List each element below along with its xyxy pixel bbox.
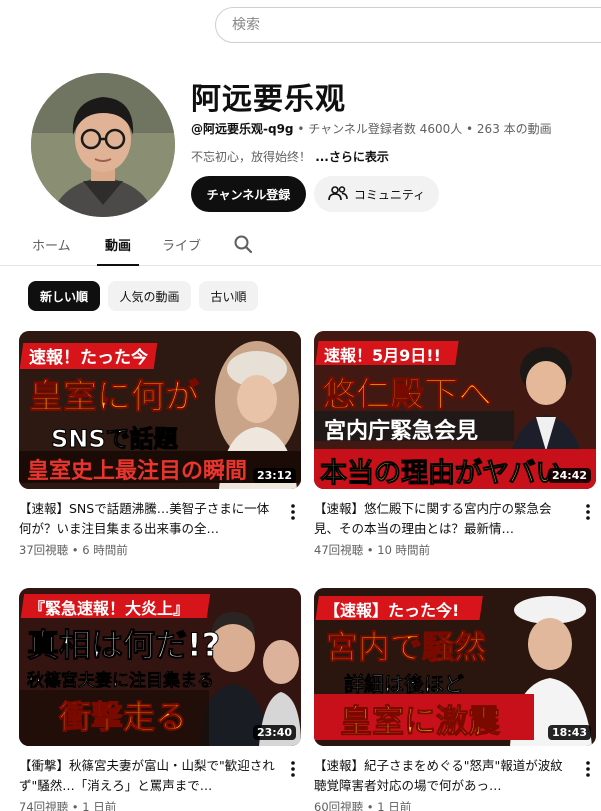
- thumb-caption-3: 宮内庁緊急会見: [324, 419, 479, 444]
- thumb-caption-1: 速報！たった今: [29, 348, 148, 368]
- subscribe-label: チャンネル登録: [206, 187, 291, 202]
- channel-description-row[interactable]: 不忘初心，放得始终！ ...さらに表示: [191, 148, 389, 165]
- video-thumbnail[interactable]: 『緊急速報！大炎上』 真相は何だ!? 秋篠宮夫妻に注目集まる 衝撃走る 23:4…: [19, 588, 301, 746]
- more-vert-icon[interactable]: [580, 503, 596, 521]
- view-count: 74回視聴: [19, 800, 69, 811]
- thumb-caption-1: 『緊急速報！大炎上』: [29, 599, 190, 618]
- thumb-caption-3: 秋篠宮夫妻に注目集まる: [27, 671, 215, 692]
- thumb-caption-2: 宮内で騒然: [325, 628, 487, 667]
- thumb-caption-2: 皇室に何が: [29, 377, 200, 418]
- thumb-caption-4: 本当の理由がヤバい: [319, 458, 563, 490]
- more-vert-icon[interactable]: [285, 503, 301, 521]
- avatar-photo: [31, 73, 175, 217]
- more-vert-icon[interactable]: [580, 760, 596, 778]
- channel-tabs: ホーム 動画 ライブ: [0, 226, 601, 266]
- channel-description: 不忘初心，放得始终！: [191, 150, 312, 164]
- video-meta: 37回視聴 • 6 時間前: [19, 543, 128, 557]
- upload-age: 6 時間前: [82, 543, 128, 557]
- chip-popular[interactable]: 人気の動画: [108, 281, 191, 311]
- video-title[interactable]: 【速報】SNSで話題沸騰…美智子さまに一体何が？いま注目集まる出来事の全…: [19, 499, 281, 539]
- chip-newest[interactable]: 新しい順: [28, 281, 100, 311]
- people-icon: [328, 185, 348, 204]
- video-title[interactable]: 【速報】紀子さまをめぐる"怒声"報道が波紋 聴覚障害者対応の場で何があっ…: [314, 756, 576, 796]
- thumb-caption-2: 悠仁殿下へ: [322, 375, 493, 416]
- video-card[interactable]: 『緊急速報！大炎上』 真相は何だ!? 秋篠宮夫妻に注目集まる 衝撃走る 23:4…: [19, 588, 301, 811]
- thumb-caption-1: 速報！5月9日!!: [324, 346, 441, 365]
- thumb-caption-2: 真相は何だ!?: [26, 626, 221, 665]
- search-input[interactable]: [216, 8, 601, 42]
- thumb-caption-4: 皇室に激震: [339, 702, 501, 741]
- channel-meta: @阿远要乐观-q9g • チャンネル登録者数 4600人 • 263 本の動画: [191, 120, 552, 137]
- thumb-caption-3: 詳細は後ほど: [344, 672, 465, 697]
- more-vert-icon[interactable]: [285, 760, 301, 778]
- video-meta: 74回視聴 • 1 日前: [19, 799, 116, 811]
- chip-oldest[interactable]: 古い順: [199, 281, 258, 311]
- duration-badge: 23:40: [252, 725, 296, 740]
- subscribe-button[interactable]: チャンネル登録: [191, 176, 306, 212]
- community-button[interactable]: コミュニティ: [314, 176, 439, 212]
- tab-home[interactable]: ホーム: [32, 235, 71, 266]
- video-meta: 60回視聴 • 1 日前: [314, 799, 411, 811]
- channel-stats: • チャンネル登録者数 4600人 • 263 本の動画: [293, 122, 552, 136]
- search-icon[interactable]: [233, 234, 253, 258]
- thumb-caption-4: 皇室史上最注目の瞬間: [27, 459, 248, 484]
- channel-avatar[interactable]: [31, 73, 175, 217]
- thumb-caption-4: 衝撃走る: [58, 698, 188, 737]
- channel-name: 阿远要乐观: [191, 82, 346, 117]
- video-card[interactable]: 【速報】たった今! 宮内で騒然 詳細は後ほど 皇室に激震 18:43 【速報】紀…: [314, 588, 596, 811]
- duration-badge: 23:12: [252, 468, 296, 483]
- upload-age: 1 日前: [377, 800, 412, 811]
- video-thumbnail[interactable]: 速報！たった今 皇室に何が SNSで話題 皇室史上最注目の瞬間 23:12: [19, 331, 301, 489]
- video-title[interactable]: 【速報】悠仁殿下に関する宮内庁の緊急会見、その本当の理由とは？最新情…: [314, 499, 576, 539]
- view-count: 60回視聴: [314, 800, 364, 811]
- thumb-caption-1: 【速報】たった今!: [324, 601, 460, 620]
- view-count: 47回視聴: [314, 543, 364, 557]
- video-thumbnail[interactable]: 【速報】たった今! 宮内で騒然 詳細は後ほど 皇室に激震 18:43: [314, 588, 596, 746]
- video-card[interactable]: 速報！たった今 皇室に何が SNSで話題 皇室史上最注目の瞬間 23:12 【速…: [19, 331, 301, 557]
- video-meta: 47回視聴 • 10 時間前: [314, 543, 431, 557]
- video-title[interactable]: 【衝撃】秋篠宮夫妻が富山・山梨で"歓迎されず"騒然…「消えろ」と罵声まで…: [19, 756, 281, 796]
- upload-age: 10 時間前: [377, 543, 431, 557]
- thumb-caption-3: SNSで話題: [51, 425, 179, 454]
- more-link[interactable]: ...さらに表示: [311, 150, 389, 164]
- view-count: 37回視聴: [19, 543, 69, 557]
- upload-age: 1 日前: [82, 800, 117, 811]
- community-label: コミュニティ: [353, 187, 426, 202]
- search-box[interactable]: [215, 7, 601, 43]
- channel-handle: @阿远要乐观-q9g: [191, 122, 294, 136]
- duration-badge: 18:43: [547, 725, 591, 740]
- duration-badge: 24:42: [547, 468, 591, 483]
- video-thumbnail[interactable]: 速報！5月9日!! 悠仁殿下へ 宮内庁緊急会見 本当の理由がヤバい 24:42: [314, 331, 596, 489]
- video-card[interactable]: 速報！5月9日!! 悠仁殿下へ 宮内庁緊急会見 本当の理由がヤバい 24:42 …: [314, 331, 596, 557]
- tab-live[interactable]: ライブ: [162, 235, 201, 266]
- tab-videos[interactable]: 動画: [97, 235, 139, 266]
